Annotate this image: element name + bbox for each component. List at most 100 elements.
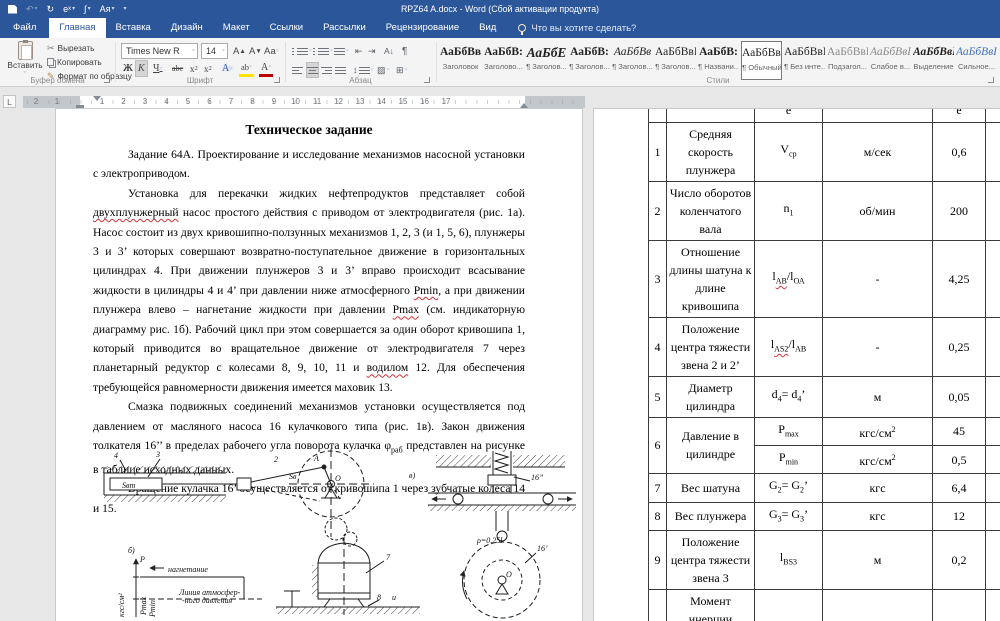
cell-num[interactable]: 4 bbox=[649, 317, 667, 376]
paragraph[interactable]: Установка для перекачки жидких нефтепрод… bbox=[93, 184, 525, 397]
cell-unit[interactable]: кгс·м·с2 bbox=[823, 590, 933, 621]
left-indent-marker[interactable] bbox=[76, 105, 84, 108]
cell-num[interactable]: 1 bbox=[649, 122, 667, 181]
page-1[interactable]: Техническое задание Задание 64А. Проекти… bbox=[55, 108, 583, 621]
right-indent-marker[interactable] bbox=[520, 99, 528, 108]
copy-button[interactable]: Копировать bbox=[47, 57, 102, 67]
italic-button[interactable]: К bbox=[135, 60, 148, 77]
cell-symbol[interactable]: Pmin bbox=[755, 445, 823, 473]
cell-value[interactable]: 0,6 bbox=[933, 122, 986, 181]
style-card[interactable]: АаБбВв¶ Заголов... bbox=[612, 41, 653, 80]
subscript-button[interactable]: x2 bbox=[188, 60, 200, 77]
paragraph[interactable]: Задание 64А. Проектирование и исследован… bbox=[93, 145, 525, 184]
style-card[interactable]: АаБбВ:¶ Названи... bbox=[698, 41, 739, 80]
style-card[interactable]: АаБбВвГПодзагол... bbox=[827, 41, 868, 80]
cell-symbol[interactable]: lAB/lОА bbox=[755, 240, 823, 317]
change-case-button[interactable]: Аа▾ bbox=[264, 43, 279, 59]
decrease-indent-icon[interactable]: ⇤ bbox=[355, 43, 363, 59]
tab-Рассылки[interactable]: Рассылки bbox=[313, 18, 376, 38]
font-dialog-launcher-icon[interactable] bbox=[274, 77, 280, 83]
tab-Файл[interactable]: Файл bbox=[0, 18, 49, 38]
tell-me-box[interactable]: Что вы хотите сделать? bbox=[518, 18, 636, 38]
cell-symbol[interactable]: Pmax bbox=[755, 417, 823, 445]
cell-num[interactable]: 2 bbox=[649, 181, 667, 240]
cell-num[interactable]: 3 bbox=[649, 240, 667, 317]
style-card[interactable]: АаБбВвІ¶ Без инте... bbox=[784, 41, 825, 80]
document-title[interactable]: Техническое задание bbox=[93, 122, 525, 138]
font-size-select[interactable]: 14▾ bbox=[201, 43, 228, 59]
cell-desc[interactable]: Давление в цилиндре bbox=[667, 417, 755, 474]
tab-Вставка[interactable]: Вставка bbox=[106, 18, 161, 38]
increase-indent-icon[interactable]: ⇥ bbox=[368, 43, 376, 59]
tab-Вид[interactable]: Вид bbox=[469, 18, 506, 38]
cell-symbol[interactable]: d4= d4’ bbox=[755, 376, 823, 417]
style-card[interactable]: АаБбВвІВыделение bbox=[913, 41, 954, 80]
multilevel-list-button[interactable]: ▾ bbox=[334, 43, 349, 59]
cell-desc[interactable]: Положение центра тяжести звена 2 и 2’ bbox=[667, 317, 755, 376]
tab-Рецензирование[interactable]: Рецензирование bbox=[376, 18, 469, 38]
style-card[interactable]: АаБбВвІ¶ Обычный bbox=[741, 41, 782, 80]
show-marks-button[interactable]: ¶ bbox=[402, 43, 407, 59]
cell-desc[interactable]: Отношение длины шатуна к длине кривошипа bbox=[667, 240, 755, 317]
text-effects-button[interactable]: А▾ bbox=[220, 60, 234, 77]
style-card[interactable]: АаБбВвІ¶ Заголов... bbox=[655, 41, 696, 80]
clipboard-dialog-launcher-icon[interactable] bbox=[104, 77, 110, 83]
paragraph-dialog-launcher-icon[interactable] bbox=[424, 77, 430, 83]
style-card[interactable]: АаБбВ:Заголово... bbox=[483, 41, 524, 80]
cell-desc[interactable]: Вес шатуна bbox=[667, 474, 755, 502]
style-card[interactable]: АаБбВвІСлабое в... bbox=[870, 41, 911, 80]
cell-desc[interactable]: Вес плунжера bbox=[667, 502, 755, 530]
cell-num[interactable]: 10 bbox=[649, 590, 667, 621]
bold-button[interactable]: Ж bbox=[121, 60, 135, 77]
cell-num[interactable]: 5 bbox=[649, 376, 667, 417]
cell-desc[interactable]: Момент инерции шатуна относительно оси, … bbox=[667, 590, 755, 621]
bullets-button[interactable]: ▾ bbox=[292, 43, 312, 59]
cell-symbol[interactable]: lBS3 bbox=[755, 531, 823, 590]
sort-button[interactable]: А↓ bbox=[384, 43, 394, 59]
grow-font-button[interactable]: А▲ bbox=[233, 43, 246, 59]
cell-value[interactable]: 6,4 bbox=[933, 474, 986, 502]
cell-value[interactable]: 0,25 bbox=[933, 317, 986, 376]
cell-desc[interactable]: Диаметр цилиндра bbox=[667, 376, 755, 417]
cell-value[interactable]: 12 bbox=[933, 502, 986, 530]
cell-unit[interactable]: м bbox=[823, 376, 933, 417]
cell-value[interactable]: 0,18 bbox=[933, 590, 986, 621]
strikethrough-button[interactable]: abc bbox=[170, 60, 185, 77]
cell-desc[interactable]: Положение центра тяжести звена 3 bbox=[667, 531, 755, 590]
cell-value[interactable]: 4,25 bbox=[933, 240, 986, 317]
cell-value[interactable]: 200 bbox=[933, 181, 986, 240]
font-name-select[interactable]: Times New R▾ bbox=[121, 43, 198, 59]
style-card[interactable]: АаБбВвІСильное... bbox=[956, 41, 997, 80]
tab-Макет[interactable]: Макет bbox=[213, 18, 260, 38]
page-2[interactable]: ее1Средняя скорость плунжераVсрм/сек0,62… bbox=[593, 108, 1000, 621]
cell-unit[interactable]: м/сек bbox=[823, 122, 933, 181]
tab-Ссылки[interactable]: Ссылки bbox=[260, 18, 313, 38]
styles-dialog-launcher-icon[interactable] bbox=[988, 77, 994, 83]
style-card[interactable]: АаБбВвІЗаголовок bbox=[440, 41, 481, 80]
cell-symbol[interactable]: J2S bbox=[755, 590, 823, 621]
cell-unit[interactable]: - bbox=[823, 240, 933, 317]
cell-unit[interactable]: кгс/см2 bbox=[823, 417, 933, 445]
first-line-indent-marker[interactable] bbox=[93, 96, 101, 105]
cell-num[interactable]: 6 bbox=[649, 417, 667, 474]
cell-desc[interactable]: Средняя скорость плунжера bbox=[667, 122, 755, 181]
underline-button[interactable]: Ч▾ bbox=[151, 60, 165, 77]
cell-value[interactable]: 0,2 bbox=[933, 531, 986, 590]
tab-selector[interactable]: L bbox=[3, 95, 16, 108]
cell-symbol[interactable]: G3= G3’ bbox=[755, 502, 823, 530]
cell-symbol[interactable]: G2= G2’ bbox=[755, 474, 823, 502]
cell-unit[interactable]: об/мин bbox=[823, 181, 933, 240]
style-card[interactable]: АаБбВ:¶ Заголов... bbox=[569, 41, 610, 80]
font-color-button[interactable]: А▾ bbox=[259, 60, 273, 77]
cell-desc[interactable]: Число оборотов коленчатого вала bbox=[667, 181, 755, 240]
cell-unit[interactable]: кгс/см2 bbox=[823, 445, 933, 473]
cell-value[interactable]: 0,05 bbox=[933, 376, 986, 417]
tab-Дизайн[interactable]: Дизайн bbox=[161, 18, 213, 38]
cut-button[interactable]: ✂ Вырезать bbox=[47, 43, 94, 53]
cell-num[interactable]: 9 bbox=[649, 531, 667, 590]
numbering-button[interactable]: ▾ bbox=[313, 43, 333, 59]
cell-symbol[interactable]: n1 bbox=[755, 181, 823, 240]
tab-Главная[interactable]: Главная bbox=[49, 18, 105, 38]
cell-unit[interactable]: кгс bbox=[823, 474, 933, 502]
cell-unit[interactable]: - bbox=[823, 317, 933, 376]
